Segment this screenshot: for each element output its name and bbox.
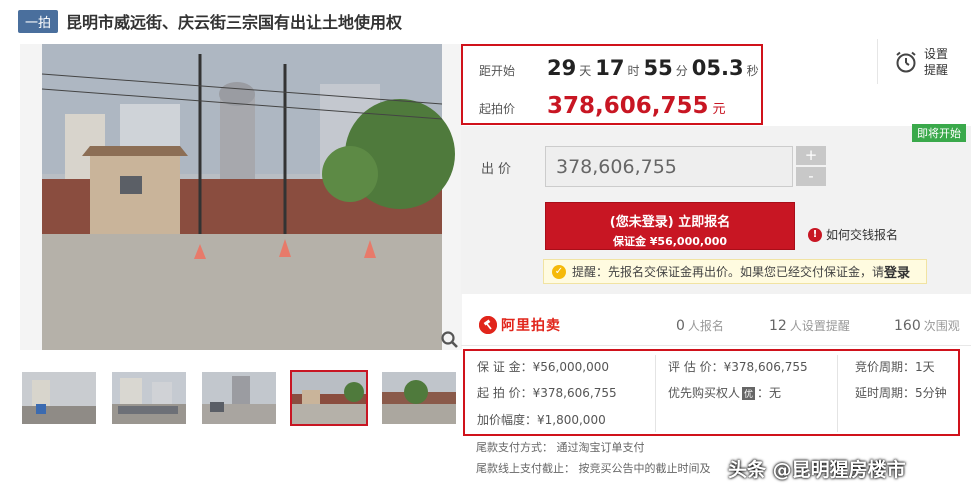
thumbnail-strip — [20, 370, 458, 426]
lot-photo — [41, 44, 455, 350]
how-to-pay-label: 如何交钱报名 — [826, 228, 899, 242]
countdown-row: 距开始 29 天 17 时 55 分 05.3 秒 — [479, 56, 763, 80]
countdown-hours: 17 — [595, 56, 625, 80]
bid-stepper: + - — [796, 146, 826, 188]
page-title: 昆明市威远街、庆云街三宗国有出让土地使用权 — [66, 13, 403, 32]
reminder-number: 12 — [769, 318, 787, 334]
thumbnail[interactable] — [200, 370, 278, 426]
divider — [655, 355, 656, 432]
bid-amount-input[interactable]: 378,606,755 — [545, 146, 793, 187]
register-button-label: (您未登录) 立即报名 — [609, 215, 731, 230]
thumbnail[interactable] — [110, 370, 188, 426]
start-price-value: 378,606,755 — [547, 93, 709, 119]
auction-info-panel: 保 证 金：¥56,000,000 起 拍 价：¥378,606,755 加价幅… — [463, 349, 960, 436]
thumbnail[interactable] — [380, 370, 458, 426]
status-badge: 即将开始 — [912, 124, 966, 142]
increment-info: 加价幅度：¥1,800,000 — [477, 413, 606, 427]
how-to-pay-link[interactable]: ! 如何交钱报名 — [808, 226, 898, 243]
view-count: 160 次围观 — [894, 317, 960, 334]
login-tip: ✓ 提醒：先报名交保证金再出价。如果您已经交付保证金，请 登录 — [543, 259, 927, 284]
reminder-count-label: 人设置提醒 — [789, 319, 850, 333]
tip-text: 提醒：先报名交保证金再出价。如果您已经交付保证金，请 — [572, 265, 885, 279]
zoom-icon[interactable] — [440, 330, 460, 350]
start-price-info: 起 拍 价：¥378,606,755 — [477, 386, 617, 400]
signup-label: 人报名 — [687, 319, 724, 333]
signup-count: 0 人报名 — [676, 317, 724, 334]
reminder-label: 设置提醒 — [924, 46, 949, 77]
seconds-unit: 秒 — [746, 64, 759, 78]
info-icon: ! — [808, 227, 822, 242]
reminder-count: 12 人设置提醒 — [769, 317, 850, 334]
watermark: 头条 @昆明猩房楼市 — [728, 459, 906, 481]
deposit-info: 保 证 金：¥56,000,000 — [477, 360, 609, 374]
payment-deadline: 尾款线上支付截止： 按竞买公告中的截止时间及 — [476, 462, 711, 475]
auction-cycle-info: 竞价周期：1天 — [855, 360, 935, 374]
delay-cycle-info: 延时周期：5分钟 — [855, 386, 947, 400]
auction-page: 一拍 昆明市威远街、庆云街三宗国有出让土地使用权 距开始 29 天 17 时 5… — [0, 0, 971, 493]
bid-label: 出价 — [481, 162, 516, 177]
deposit-label: 保证金 ¥56,000,000 — [612, 235, 728, 248]
priority-buyer-info: 优先购买权人优：无 — [668, 384, 781, 401]
minutes-unit: 分 — [675, 64, 688, 78]
decrease-bid-button[interactable]: - — [796, 167, 826, 186]
lightbulb-icon: ✓ — [552, 264, 566, 279]
thumbnail-active[interactable] — [290, 370, 368, 426]
countdown-seconds: 05.3 — [691, 56, 744, 80]
countdown-label: 距开始 — [479, 64, 516, 78]
brand-name: 阿里拍卖 — [501, 318, 561, 334]
set-reminder-button[interactable]: 设置提醒 — [877, 39, 971, 84]
countdown-minutes: 55 — [643, 56, 673, 80]
login-link[interactable]: 登录 — [884, 262, 910, 281]
divider — [837, 355, 838, 432]
title-bar: 一拍 昆明市威远街、庆云街三宗国有出让土地使用权 — [18, 9, 402, 33]
auction-round-badge: 一拍 — [18, 9, 59, 33]
alarm-clock-icon — [896, 51, 916, 72]
main-photo[interactable] — [20, 44, 462, 350]
days-unit: 天 — [579, 64, 592, 78]
start-price-row: 起拍价 378,606,755 元 — [479, 93, 726, 119]
stats-bar: 阿里拍卖 0 人报名 12 人设置提醒 160 次围观 — [461, 306, 971, 346]
priority-badge: 优 — [742, 387, 756, 400]
bid-panel: 即将开始 出价 378,606,755 + - (您未登录) 立即报名 保证金 … — [461, 124, 971, 294]
hours-unit: 时 — [627, 64, 640, 78]
signup-number: 0 — [676, 318, 685, 334]
increase-bid-button[interactable]: + — [796, 146, 826, 165]
priority-label: 优先购买权人 — [668, 386, 741, 400]
alipaimai-logo: 阿里拍卖 — [479, 315, 561, 335]
priority-value: ：无 — [757, 386, 782, 400]
currency-unit: 元 — [712, 102, 726, 117]
assessed-price-info: 评 估 价：¥378,606,755 — [668, 360, 808, 374]
view-number: 160 — [894, 318, 921, 334]
view-label: 次围观 — [923, 319, 960, 333]
start-price-label: 起拍价 — [479, 102, 516, 116]
hammer-icon — [479, 316, 497, 334]
payment-method: 尾款支付方式： 通过淘宝订单支付 — [476, 441, 645, 454]
register-button[interactable]: (您未登录) 立即报名 保证金 ¥56,000,000 — [545, 202, 795, 250]
countdown-days: 29 — [547, 56, 577, 80]
thumbnail[interactable] — [20, 370, 98, 426]
countdown-panel: 距开始 29 天 17 时 55 分 05.3 秒 起拍价 378,606,75… — [461, 44, 763, 125]
